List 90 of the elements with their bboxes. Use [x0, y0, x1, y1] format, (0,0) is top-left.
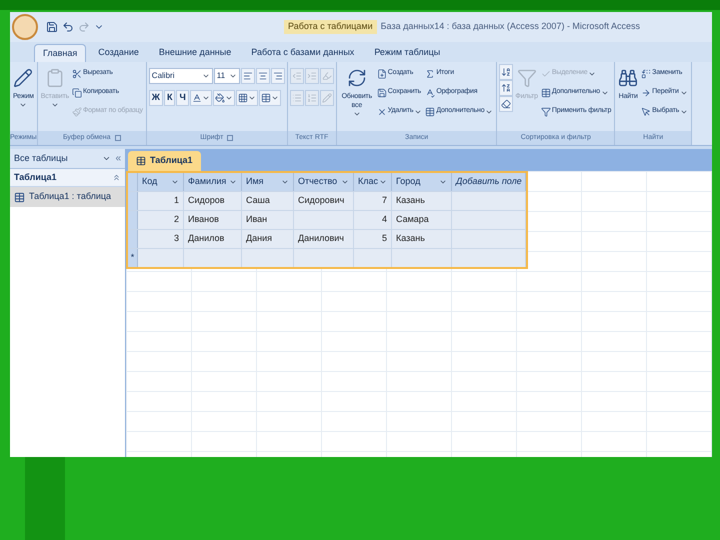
tool-button[interactable]: [240, 68, 255, 84]
column-label: Клас: [358, 175, 378, 188]
align-right-icon: [272, 71, 283, 81]
align-left-icon: [242, 71, 253, 81]
tool-button[interactable]: [270, 68, 285, 84]
caret-icon: [19, 101, 28, 109]
column-label: Код: [142, 175, 158, 188]
format-button[interactable]: К: [164, 90, 176, 106]
paintbrush-icon: [72, 106, 82, 116]
caret-icon: [50, 101, 59, 109]
context-tab-title: Работа с таблицами: [284, 20, 377, 34]
caret-icon: [202, 94, 210, 102]
delete-icon: [376, 106, 387, 116]
caret-icon[interactable]: [102, 154, 112, 163]
font-color-icon: [192, 93, 202, 103]
tool-button[interactable]: [256, 68, 270, 84]
undo-icon[interactable]: [62, 21, 74, 33]
fill-bucket-icon: [214, 93, 225, 103]
caret-icon: [352, 110, 361, 118]
window-title: База данных14 : база данных (Access 2007) - Microsoft Access: [380, 20, 640, 34]
ribbon-tab[interactable]: Главная: [34, 44, 86, 62]
column-label: Город: [396, 175, 420, 188]
align-center-icon: [258, 71, 268, 81]
document-tab[interactable]: Таблица1: [128, 151, 201, 171]
new-record-icon: [376, 68, 387, 78]
caret-icon: [228, 72, 237, 80]
nav-header[interactable]: Все таблицы: [14, 152, 68, 166]
caret-icon[interactable]: [439, 178, 447, 186]
clear-sort-icon: [501, 99, 512, 109]
column-label: Добавить поле: [456, 175, 522, 188]
ribbon-tab[interactable]: Создание: [90, 44, 147, 62]
table-icon: [14, 192, 25, 202]
spell-check-icon: [425, 88, 436, 98]
tool-button[interactable]: [212, 90, 235, 106]
sigma-icon: [425, 68, 436, 78]
filter-icon: [516, 68, 537, 88]
nav-group-header[interactable]: Таблица1: [10, 169, 125, 187]
tool-button[interactable]: [236, 90, 258, 106]
arrow-right-icon: [641, 88, 652, 98]
caret-icon[interactable]: [171, 178, 179, 186]
outdent-icon: [292, 71, 302, 81]
nav-group-label: Таблица1: [14, 170, 57, 184]
caret-icon: [248, 94, 256, 102]
pointer-icon: [641, 106, 652, 116]
column-label: Имя: [246, 175, 264, 188]
scissors-icon: [72, 68, 82, 78]
binoculars-icon: [618, 68, 638, 88]
selection-icon: [540, 68, 551, 78]
column-label: Отчество: [298, 175, 338, 188]
sort-ascending-icon: [501, 67, 512, 77]
caret-icon: [224, 94, 233, 102]
caret-icon[interactable]: [281, 178, 289, 186]
format-button[interactable]: Ч: [176, 90, 189, 106]
caret-icon[interactable]: [229, 178, 237, 186]
save-icon: [376, 88, 387, 98]
ribbon-tab[interactable]: Работа с базами данных: [243, 44, 362, 62]
font-combo[interactable]: 11: [214, 68, 240, 84]
caret-icon: [202, 72, 210, 80]
table-icon: [540, 88, 551, 98]
sort-descending-icon: [501, 83, 512, 93]
table-icon: [136, 156, 146, 166]
pencil-icon: [13, 68, 34, 88]
pencil-icon: [322, 93, 332, 103]
table-icon: [425, 106, 436, 116]
grid-icon: [238, 93, 248, 103]
nav-item-label: Таблица1 : таблица: [29, 190, 112, 204]
format-button[interactable]: Ж: [148, 90, 163, 106]
save-icon[interactable]: [46, 21, 58, 33]
caret-icon[interactable]: [341, 178, 349, 186]
table-icon: [260, 93, 271, 103]
ribbon-tab[interactable]: Внешние данные: [150, 44, 240, 62]
refresh-icon: [346, 68, 367, 88]
highlighter-icon: [322, 71, 332, 81]
tool-button[interactable]: [499, 80, 514, 96]
ribbon-tab[interactable]: Режим таблицы: [366, 44, 448, 62]
column-label: Фамилия: [188, 175, 226, 188]
indent-icon: [306, 71, 317, 81]
new-row-marker[interactable]: *: [128, 249, 138, 267]
tool-button[interactable]: [258, 90, 281, 106]
caret-icon: [270, 94, 279, 102]
filter-icon: [540, 106, 551, 116]
nav-item[interactable]: Таблица1 : таблица: [10, 187, 125, 207]
clipboard-icon: [44, 68, 65, 88]
numbered-list-icon: [306, 93, 317, 103]
caret-icon[interactable]: [379, 178, 387, 186]
tool-button[interactable]: [499, 96, 514, 112]
tool-button[interactable]: [499, 64, 514, 80]
copy-icon: [72, 88, 82, 98]
tool-button[interactable]: [190, 90, 212, 106]
font-combo[interactable]: Calibri: [148, 68, 213, 84]
